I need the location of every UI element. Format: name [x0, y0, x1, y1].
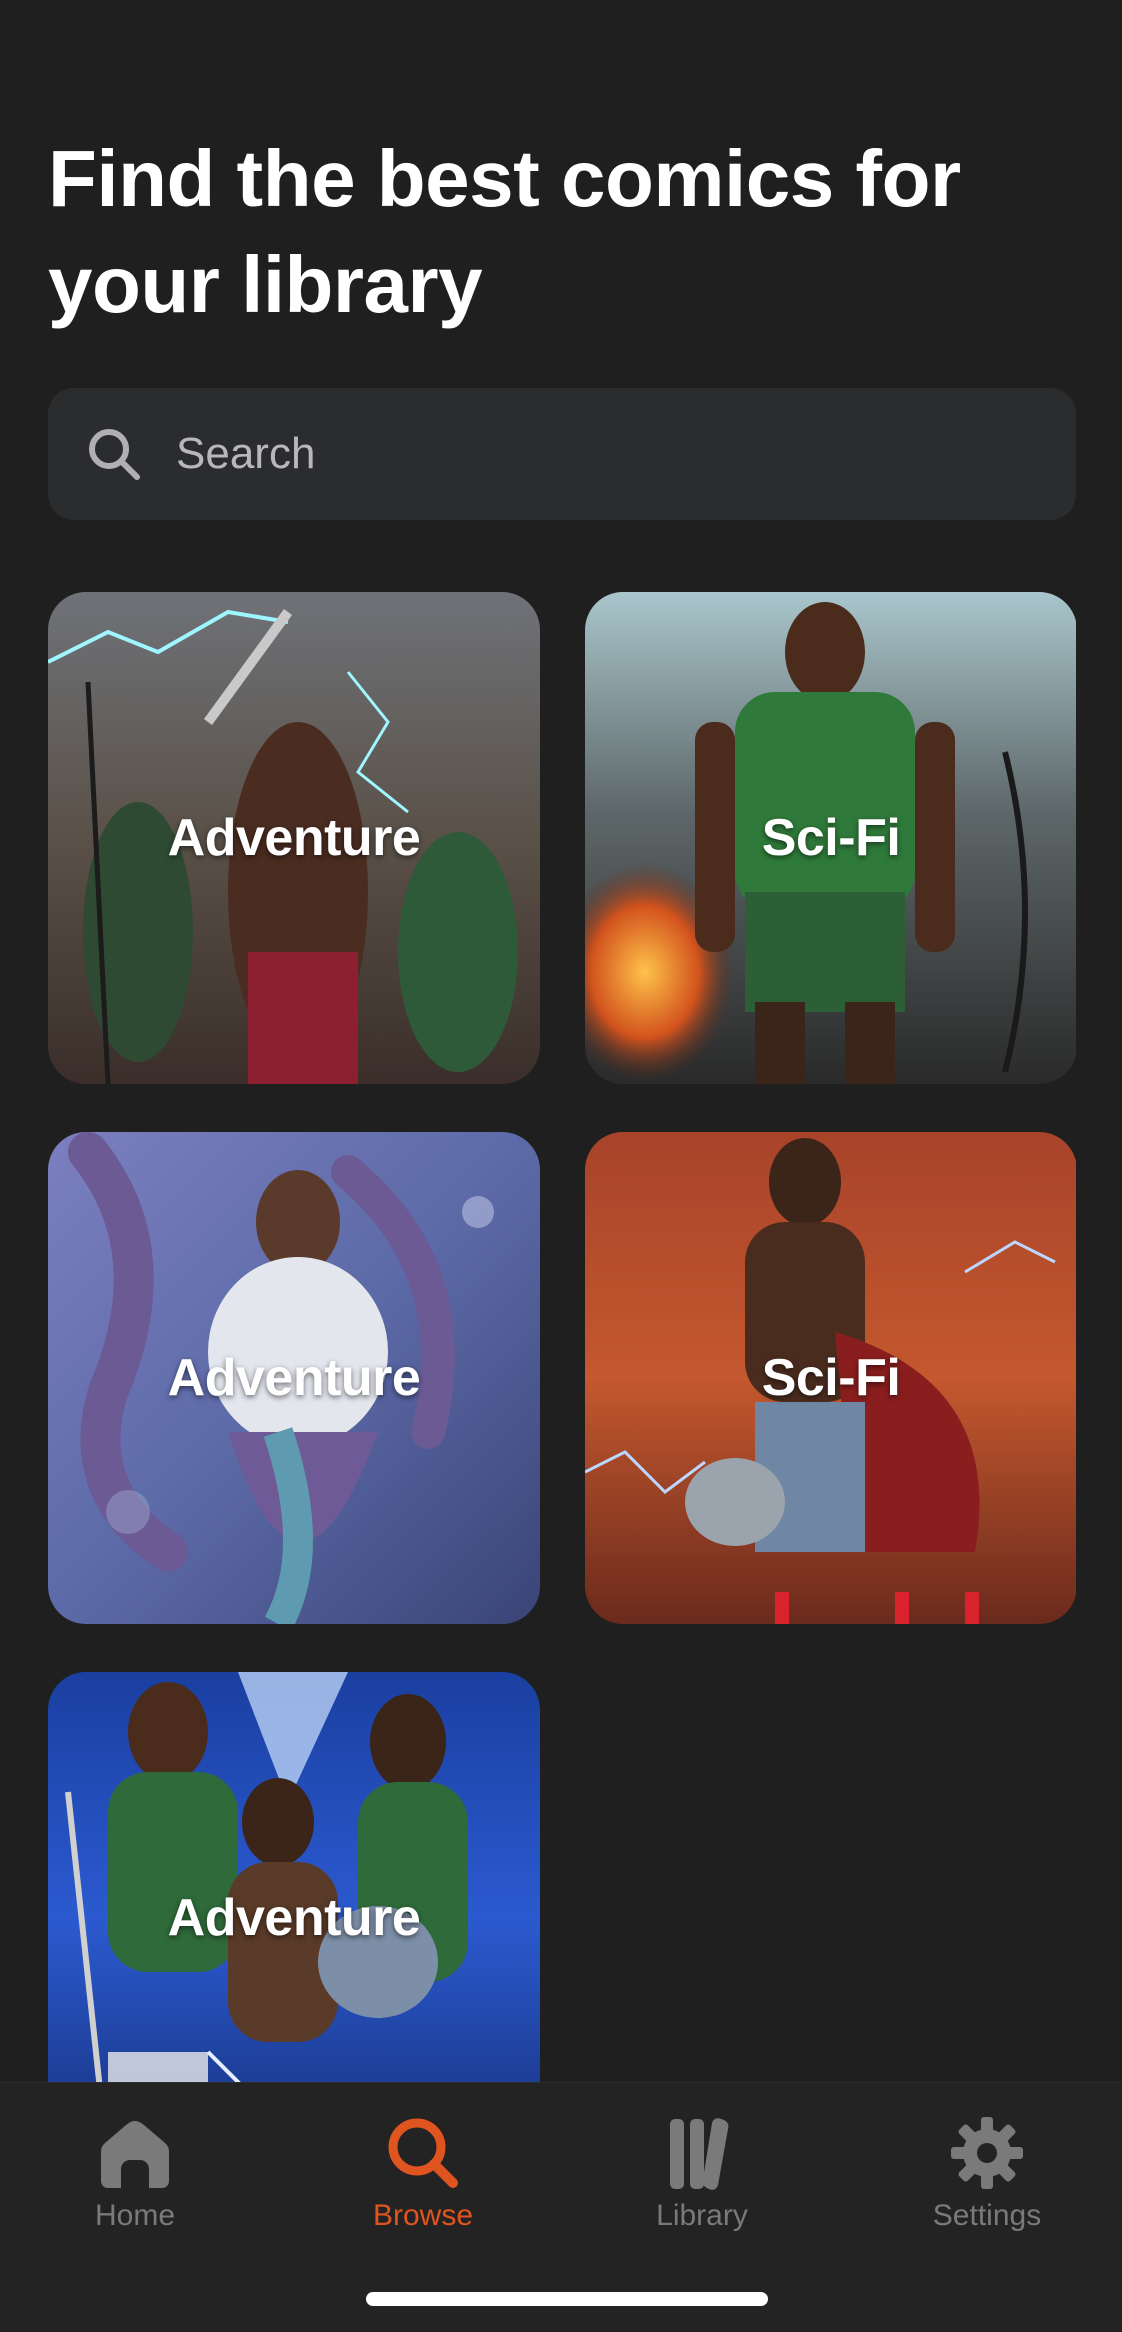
gear-icon [951, 2117, 1023, 2189]
tab-label: Settings [932, 2199, 1042, 2232]
category-label: Adventure [167, 1889, 421, 1947]
search-icon [89, 429, 140, 480]
tab-settings[interactable]: Settings [887, 2113, 1087, 2243]
home-indicator [366, 2292, 768, 2306]
home-icon [101, 2121, 169, 2188]
category-card-sci-fi[interactable]: Sci-Fi [585, 592, 1076, 1084]
tab-library[interactable]: Library [602, 2113, 802, 2243]
comic-cover-image [48, 1672, 540, 2082]
category-card-adventure[interactable]: Adventure [48, 1132, 540, 1624]
category-label: Adventure [167, 809, 421, 867]
library-icon [670, 2118, 729, 2190]
page-title: Find the best comics for your library [48, 134, 961, 329]
category-label: Adventure [167, 1349, 421, 1407]
category-label: Sci-Fi [761, 1349, 901, 1407]
tab-home[interactable]: Home [35, 2113, 235, 2243]
category-card-adventure[interactable]: Adventure [48, 1672, 540, 2082]
search-icon [388, 2118, 458, 2188]
search-bar[interactable] [48, 388, 1076, 520]
tab-label: Home [94, 2199, 176, 2232]
category-card-sci-fi[interactable]: Sci-Fi [585, 1132, 1076, 1624]
tab-browse[interactable]: Browse [323, 2113, 523, 2243]
search-input[interactable] [174, 428, 1058, 480]
tab-label: Library [656, 2199, 748, 2232]
category-label: Sci-Fi [761, 809, 901, 867]
tab-label: Browse [372, 2199, 474, 2232]
category-card-adventure[interactable]: Adventure [48, 592, 540, 1084]
category-grid: Adventure Sci-Fi Adventure Sci-Fi Advent… [48, 592, 1076, 2082]
